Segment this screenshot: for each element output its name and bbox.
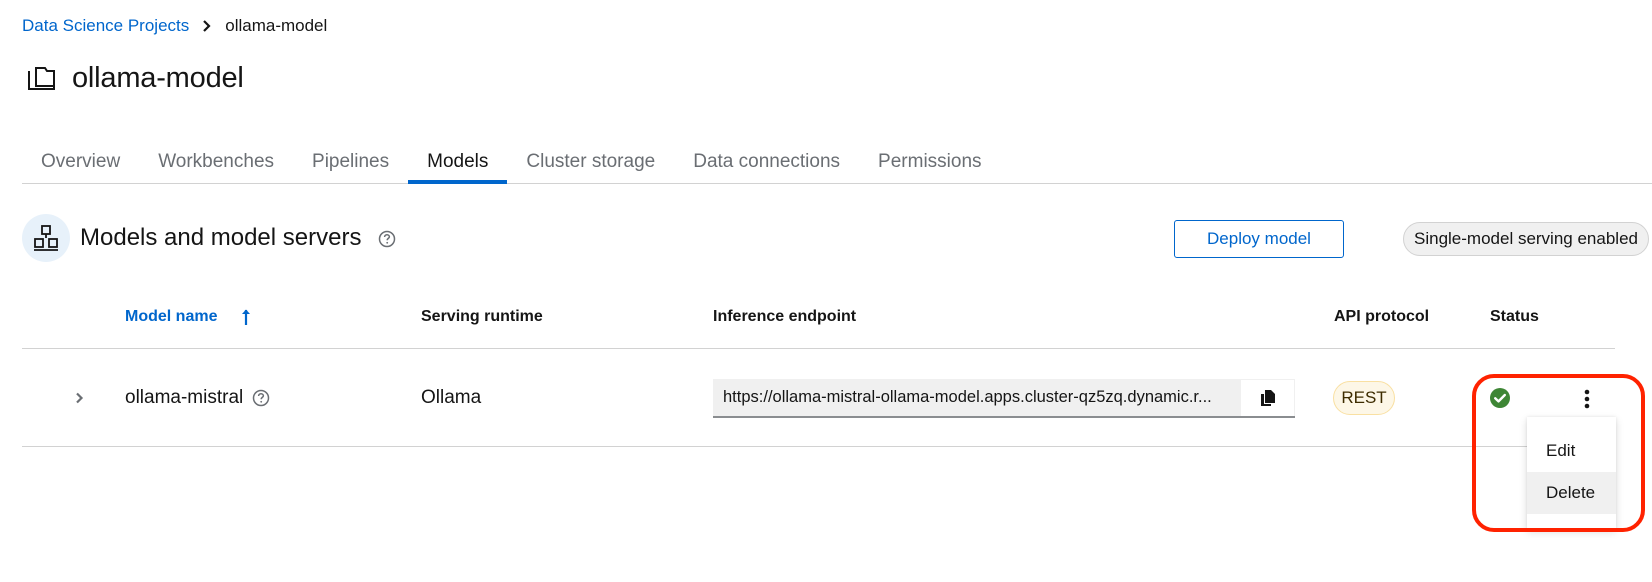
project-tabs: Overview Workbenches Pipelines Models Cl… [22, 140, 1652, 184]
table-row-divider [22, 446, 1615, 447]
tab-cluster-storage[interactable]: Cluster storage [507, 140, 674, 183]
tab-overview[interactable]: Overview [22, 140, 139, 183]
sort-ascending-icon [241, 308, 251, 326]
menu-item-edit[interactable]: Edit [1527, 430, 1616, 472]
inference-endpoint-input[interactable]: https://ollama-mistral-ollama-model.apps… [713, 379, 1241, 416]
model-name-cell: ollama-mistral [125, 383, 270, 413]
breadcrumb-current: ollama-model [225, 16, 328, 35]
page-title: ollama-model [72, 61, 244, 94]
copy-icon [1260, 390, 1275, 406]
tab-permissions[interactable]: Permissions [859, 140, 1000, 183]
serving-mode-label: Single-model serving enabled [1403, 222, 1649, 256]
api-protocol-badge: REST [1333, 381, 1395, 415]
status-success-icon [1490, 388, 1510, 408]
deploy-model-button[interactable]: Deploy model [1174, 220, 1344, 258]
help-icon[interactable] [378, 230, 396, 248]
copy-button[interactable] [1241, 379, 1295, 416]
column-header-label: Model name [125, 308, 218, 325]
model-name: ollama-mistral [125, 387, 244, 408]
column-header-inference-endpoint[interactable]: Inference endpoint [713, 303, 856, 331]
breadcrumb-data-science-projects[interactable]: Data Science Projects [22, 16, 189, 36]
section-title: Models and model servers [80, 224, 362, 251]
tab-pipelines[interactable]: Pipelines [293, 140, 408, 183]
column-header-api-protocol[interactable]: API protocol [1334, 303, 1429, 331]
breadcrumb: Data Science Projects ollama-model [22, 14, 327, 38]
kebab-icon [1584, 389, 1590, 409]
column-header-status[interactable]: Status [1490, 303, 1539, 331]
page-header: ollama-model [28, 58, 244, 98]
chevron-right-icon [202, 20, 211, 32]
project-folder-icon [28, 66, 56, 90]
tab-models[interactable]: Models [408, 140, 508, 184]
chevron-right-icon [75, 392, 83, 404]
row-expand-toggle[interactable] [68, 387, 90, 409]
row-actions-kebab-button[interactable] [1576, 385, 1598, 413]
row-actions-menu: Edit Delete [1527, 417, 1616, 529]
tab-workbenches[interactable]: Workbenches [139, 140, 293, 183]
model-server-icon [22, 214, 70, 262]
serving-runtime-cell: Ollama [421, 387, 482, 408]
menu-item-delete[interactable]: Delete [1527, 472, 1616, 514]
help-icon[interactable] [252, 389, 270, 407]
column-header-model-name[interactable]: Model name [125, 303, 251, 331]
column-header-serving-runtime[interactable]: Serving runtime [421, 303, 543, 331]
tab-data-connections[interactable]: Data connections [674, 140, 859, 183]
inference-endpoint-field: https://ollama-mistral-ollama-model.apps… [713, 379, 1295, 418]
table-header-divider [22, 348, 1615, 349]
